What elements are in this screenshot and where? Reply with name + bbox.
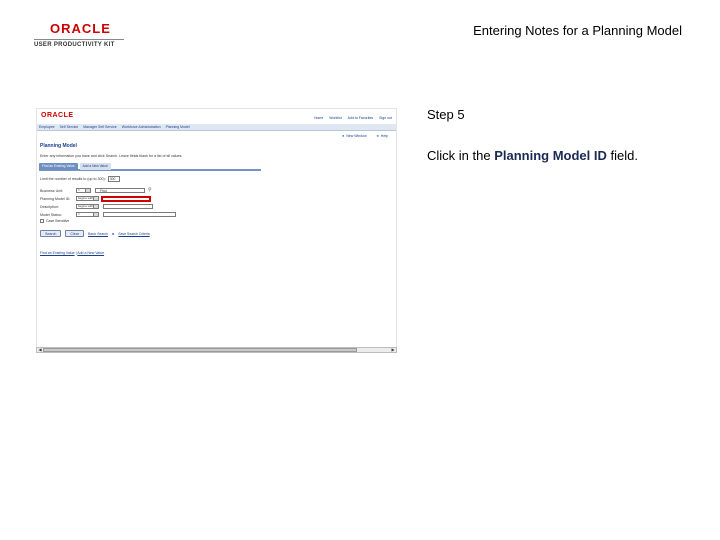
business-unit-row: Business Unit: = Find ⚲: [40, 187, 152, 194]
oracle-logo-text: ORACLE: [50, 21, 111, 36]
case-sensitive-checkbox[interactable]: [40, 219, 44, 223]
scrollbar-thumb[interactable]: [43, 348, 357, 352]
model-status-operator-select[interactable]: =: [76, 212, 99, 217]
business-unit-label: Business Unit:: [40, 188, 63, 193]
find-existing-value-link[interactable]: Find an Existing Value: [40, 251, 75, 255]
result-limit-label: Limit the number of results to (up to 30…: [40, 177, 106, 181]
breadcrumb-item[interactable]: Workforce Administration: [122, 125, 161, 129]
step-label: Step 5: [427, 107, 465, 122]
help-link[interactable]: Help: [377, 134, 388, 138]
tab-find-existing-value[interactable]: Find an Existing Value: [39, 163, 78, 170]
model-status-select[interactable]: [103, 212, 176, 217]
description-operator-select[interactable]: begins with: [76, 204, 99, 209]
business-unit-input[interactable]: Find: [95, 188, 145, 193]
description-label: Description:: [40, 204, 59, 209]
business-unit-operator-select[interactable]: =: [76, 188, 91, 193]
search-actions: Search Clear Basic Search ■ Save Search …: [40, 230, 150, 237]
search-button[interactable]: Search: [40, 230, 62, 237]
bottom-links: Find an Existing Value | Add a New Value: [40, 251, 104, 255]
instruction-target: Planning Model ID: [494, 148, 607, 163]
component-title: Planning Model: [40, 143, 77, 149]
add-new-value-link[interactable]: Add a New Value: [77, 251, 104, 255]
case-sensitive-label: Case Sensitive: [46, 219, 70, 223]
top-navigation: Home Worklist Add to Favorites Sign out: [314, 116, 392, 120]
basic-search-link[interactable]: Basic Search: [88, 232, 108, 236]
breadcrumb-item[interactable]: Employee: [39, 125, 55, 129]
search-tabs: Find an Existing Value Add a New Value: [39, 163, 261, 171]
lookup-icon[interactable]: ⚲: [148, 188, 152, 193]
model-status-row: Model Status: =: [40, 211, 176, 218]
planning-model-id-input[interactable]: [101, 195, 151, 202]
clear-button[interactable]: Clear: [65, 230, 84, 237]
planning-model-id-label: Planning Model ID:: [40, 196, 71, 201]
step-instruction: Click in the Planning Model ID field.: [427, 148, 638, 163]
topnav-worklist-link[interactable]: Worklist: [329, 116, 341, 120]
breadcrumb-item[interactable]: Manager Self Service: [83, 125, 116, 129]
description-input[interactable]: [103, 204, 153, 209]
breadcrumb-item[interactable]: Planning Model: [166, 125, 190, 129]
instruction-suffix: field.: [606, 148, 638, 163]
new-window-link[interactable]: New Window: [342, 134, 366, 138]
planning-model-id-operator-select[interactable]: begins with: [76, 196, 99, 201]
topnav-signout-link[interactable]: Sign out: [379, 116, 392, 120]
case-sensitive-row: Case Sensitive: [40, 219, 69, 223]
page-title: Entering Notes for a Planning Model: [473, 23, 682, 38]
application-screenshot: ORACLE Home Worklist Add to Favorites Si…: [36, 108, 397, 353]
save-search-criteria-link[interactable]: Save Search Criteria: [118, 232, 149, 236]
result-limit-input[interactable]: 300: [107, 176, 120, 182]
topnav-home-link[interactable]: Home: [314, 116, 323, 120]
model-status-label: Model Status:: [40, 212, 62, 217]
save-icon: ■: [111, 231, 115, 236]
description-row: Description: begins with: [40, 203, 153, 210]
breadcrumb-item[interactable]: Self Service: [60, 125, 79, 129]
scroll-right-icon[interactable]: ▶: [390, 348, 396, 352]
result-limit-row: Limit the number of results to (up to 30…: [40, 176, 120, 182]
horizontal-scrollbar[interactable]: ◀ ▶: [36, 347, 397, 353]
planning-model-id-row: Planning Model ID: begins with: [40, 195, 151, 202]
search-instructions: Enter any information you have and click…: [40, 154, 183, 158]
topnav-favorites-link[interactable]: Add to Favorites: [348, 116, 373, 120]
breadcrumb: Employee Self Service Manager Self Servi…: [37, 124, 396, 131]
toolbar: New Window Help: [342, 134, 388, 138]
instruction-prefix: Click in the: [427, 148, 495, 163]
upk-logo-text: USER PRODUCTIVITY KIT: [34, 39, 124, 48]
tab-add-new-value[interactable]: Add a New Value: [79, 163, 111, 170]
upk-logo: ORACLE USER PRODUCTIVITY KIT: [34, 22, 124, 48]
screenshot-oracle-logo: ORACLE: [41, 112, 74, 119]
business-unit-value: Find: [100, 189, 107, 193]
